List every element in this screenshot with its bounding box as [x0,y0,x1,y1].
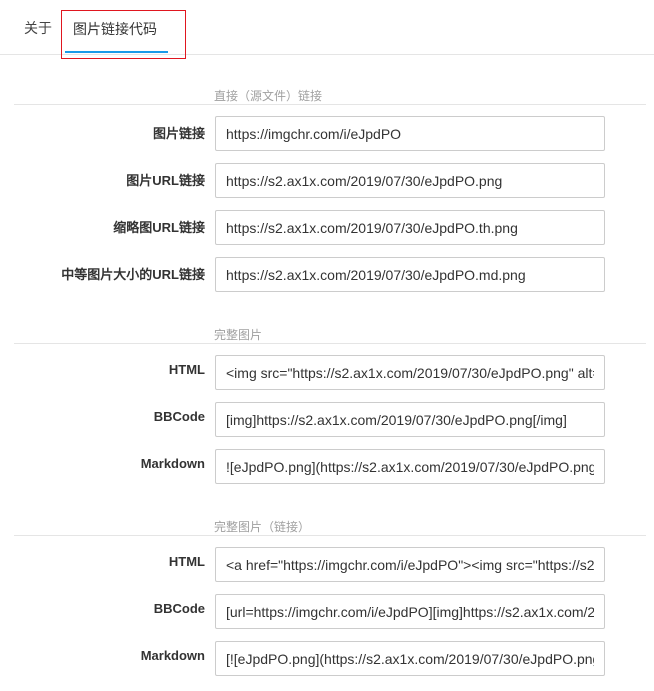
medium-url-link-field[interactable] [215,257,605,292]
label-full-markdown: Markdown [140,456,205,471]
label-linked-bbcode: BBCode [153,601,205,616]
tab-about[interactable]: 关于 [24,0,52,54]
section-title-direct: 直接（源文件）链接 [214,89,323,103]
label-image-link: 图片链接 [152,126,205,141]
linked-html-field[interactable] [215,547,605,582]
label-linked-markdown: Markdown [140,648,205,663]
tab-image-link-code-label: 图片链接代码 [73,21,157,37]
linked-bbcode-field[interactable] [215,594,605,629]
section-divider [14,343,646,344]
section-title-full-linked: 完整图片（链接） [214,520,311,534]
thumbnail-url-link-field[interactable] [215,210,605,245]
tab-bar: 关于 图片链接代码 [0,0,654,59]
label-thumbnail-url-link: 缩略图URL链接 [113,220,205,235]
label-medium-url-link: 中等图片大小的URL链接 [61,267,205,282]
image-link-code-panel: 关于 图片链接代码 直接（源文件）链接 图片链接 图片URL链接 缩略图URL链… [0,0,654,691]
label-full-bbcode: BBCode [153,409,205,424]
linked-markdown-field[interactable] [215,641,605,676]
image-url-link-field[interactable] [215,163,605,198]
label-full-html: HTML [168,362,205,377]
label-image-url-link: 图片URL链接 [126,173,205,188]
full-markdown-field[interactable] [215,449,605,484]
label-linked-html: HTML [168,554,205,569]
image-link-field[interactable] [215,116,605,151]
full-bbcode-field[interactable] [215,402,605,437]
section-divider [14,104,646,105]
section-divider [14,535,646,536]
full-html-field[interactable] [215,355,605,390]
section-title-full: 完整图片 [214,328,263,342]
tab-image-link-code[interactable]: 图片链接代码 [61,10,186,59]
active-tab-indicator [65,51,168,53]
